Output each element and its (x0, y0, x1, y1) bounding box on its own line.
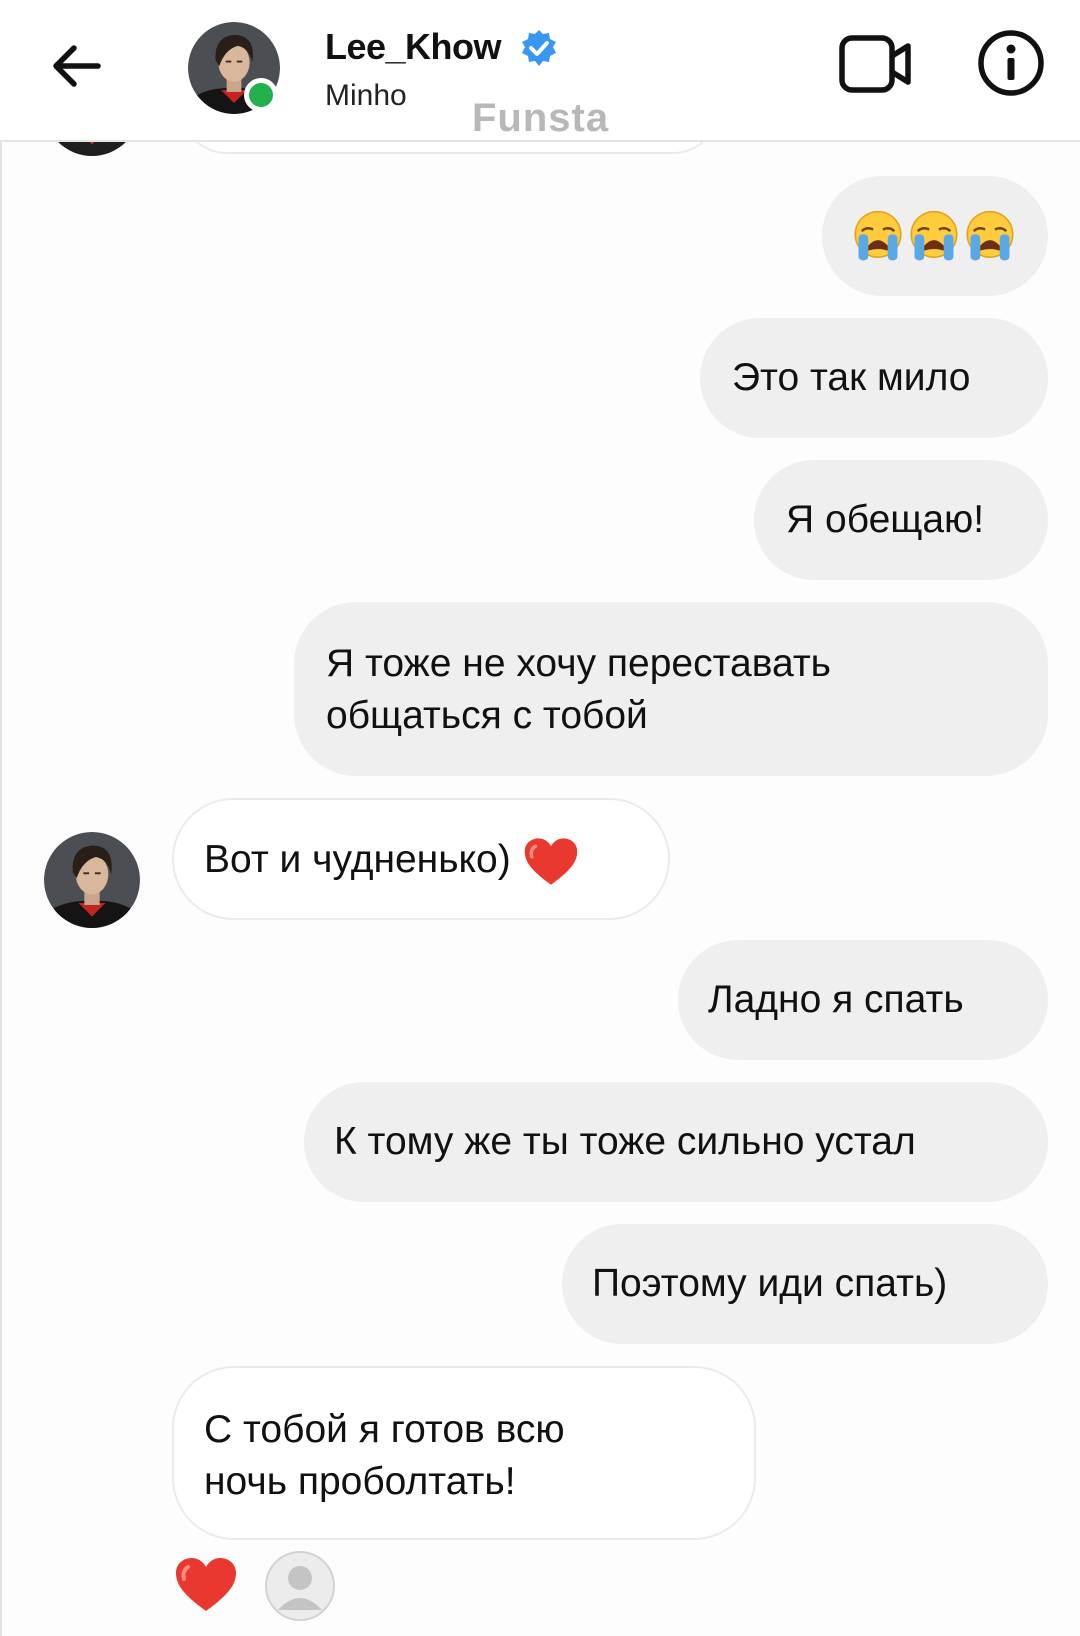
message-text-line: Я тоже не хочу переставать (326, 642, 832, 685)
contact-avatar[interactable] (44, 832, 140, 928)
online-status-indicator (244, 78, 278, 112)
red-heart-icon (523, 837, 579, 887)
message-text: Это так мило (732, 356, 971, 399)
default-avatar-icon (265, 1551, 335, 1621)
message-bubble-incoming[interactable]: С тобой я готов всю ночь проболтать! (172, 1366, 756, 1540)
emoji-message (852, 210, 1048, 262)
message-bubble-outgoing[interactable]: Ладно я спать (678, 940, 1048, 1060)
verified-badge-icon (522, 30, 556, 66)
message-bubble-outgoing[interactable]: Я тоже не хочу переставать общаться с то… (294, 602, 1048, 776)
video-camera-icon[interactable] (838, 32, 914, 96)
chat-header: Lee_Khow Minho Funsta (0, 0, 1080, 142)
message-bubble-outgoing[interactable] (822, 176, 1048, 296)
contact-username[interactable]: Lee_Khow (325, 26, 502, 68)
loudly-crying-face-icon (852, 210, 904, 262)
contact-display-name: Minho (325, 79, 407, 112)
message-text: Я обещаю! (786, 498, 985, 541)
message-text: Вот и чудненько) (204, 834, 668, 887)
message-text: Ладно я спать (708, 978, 964, 1021)
message-text: Поэтому иди спать) (592, 1262, 948, 1305)
message-bubble-outgoing[interactable]: Поэтому иди спать) (562, 1224, 1048, 1344)
message-text-line: ночь проболтать! (204, 1460, 516, 1503)
message-bubble-incoming[interactable]: Вот и чудненько) (172, 798, 670, 920)
message-text-line: С тобой я готов всю (204, 1408, 565, 1451)
watermark-text: Funsta (472, 96, 610, 140)
heart-reaction-icon[interactable] (174, 1556, 238, 1614)
message-bubble-outgoing[interactable]: Я обещаю! (754, 460, 1048, 580)
left-edge-divider (0, 140, 2, 1636)
loudly-crying-face-icon (908, 210, 960, 262)
back-arrow-icon[interactable] (46, 36, 106, 96)
info-icon[interactable] (976, 28, 1046, 98)
message-bubble-outgoing[interactable]: К тому же ты тоже сильно устал (304, 1082, 1048, 1202)
loudly-crying-face-icon (964, 210, 1016, 262)
message-text: К тому же ты тоже сильно устал (334, 1120, 916, 1163)
message-bubble-outgoing[interactable]: Это так мило (700, 318, 1048, 438)
message-text-line: общаться с тобой (326, 694, 648, 737)
